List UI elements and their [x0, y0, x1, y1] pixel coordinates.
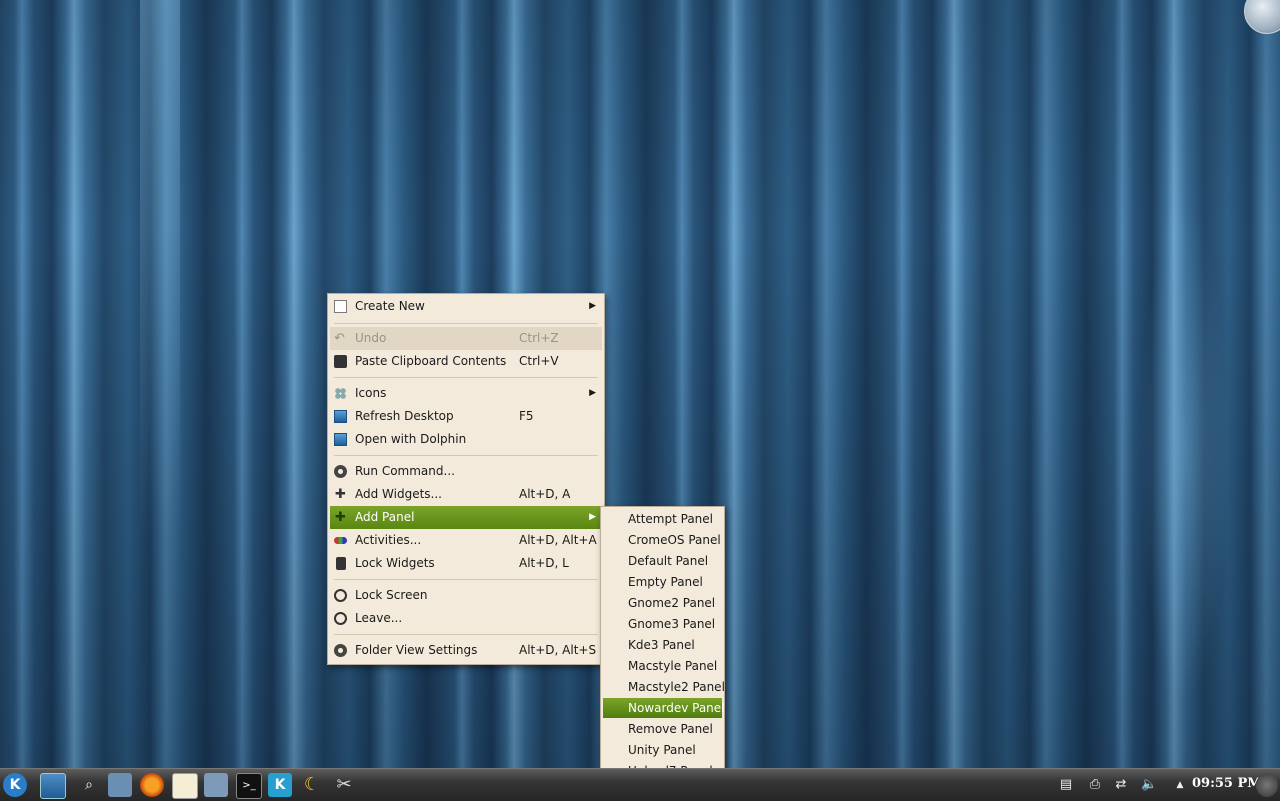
- submenu-item-default-panel[interactable]: Default Panel: [603, 551, 722, 571]
- terminal-icon[interactable]: >_: [236, 773, 262, 799]
- separator: [334, 455, 598, 456]
- lock-icon: [336, 557, 346, 570]
- submenu-arrow-icon: ▶: [589, 388, 596, 398]
- file-manager-icon[interactable]: [108, 773, 132, 797]
- menu-item-open-with-dolphin[interactable]: Open with Dolphin: [330, 428, 602, 451]
- paste-icon: [334, 355, 347, 368]
- printer-icon[interactable]: ⎙: [1087, 777, 1103, 793]
- menu-item-activities[interactable]: Activities... Alt+D, Alt+A: [330, 529, 602, 552]
- desktop-context-menu: Create New ▶ ↶ Undo Ctrl+Z Paste Clipboa…: [327, 293, 605, 665]
- submenu-item-attempt-panel[interactable]: Attempt Panel: [603, 509, 722, 529]
- kde-menu-icon[interactable]: K: [3, 773, 27, 797]
- plus-icon: ✚: [335, 487, 346, 502]
- taskbar: K ⌕ >_ K ☾ ✂ ▤ ⎙ ⇄ 🔈 ▲ 09:55 PM: [0, 768, 1280, 801]
- clock[interactable]: 09:55 PM: [1192, 769, 1262, 801]
- submenu-item-empty-panel[interactable]: Empty Panel: [603, 572, 722, 592]
- activities-icon: [334, 537, 347, 544]
- menu-item-add-panel[interactable]: ✚ Add Panel ▶: [330, 506, 602, 529]
- menu-item-icons[interactable]: Icons ▶: [330, 382, 602, 405]
- submenu-arrow-icon: ▶: [589, 301, 596, 311]
- menu-item-add-widgets[interactable]: ✚ Add Widgets... Alt+D, A: [330, 483, 602, 506]
- menu-item-folder-view-settings[interactable]: Folder View Settings Alt+D, Alt+S: [330, 639, 602, 662]
- document-new-icon: [334, 300, 347, 313]
- gear-icon: [334, 644, 347, 657]
- menu-item-leave[interactable]: Leave...: [330, 607, 602, 630]
- menu-item-refresh-desktop[interactable]: Refresh Desktop F5: [330, 405, 602, 428]
- refresh-icon: [334, 410, 347, 423]
- menu-item-paste[interactable]: Paste Clipboard Contents Ctrl+V: [330, 350, 602, 373]
- submenu-item-remove-panel[interactable]: Remove Panel: [603, 719, 722, 739]
- submenu-arrow-icon: ▶: [589, 512, 596, 522]
- submenu-item-macstyle-panel[interactable]: Macstyle Panel: [603, 656, 722, 676]
- network-icon[interactable]: [204, 773, 228, 797]
- separator: [334, 634, 598, 635]
- menu-item-lock-screen[interactable]: Lock Screen: [330, 584, 602, 607]
- network-usb-icon[interactable]: ⇄: [1113, 777, 1129, 793]
- power-icon: [334, 612, 347, 625]
- submenu-item-unity-panel[interactable]: Unity Panel: [603, 740, 722, 760]
- menu-item-create-new[interactable]: Create New ▶: [330, 295, 602, 318]
- light-streak: [140, 0, 180, 768]
- submenu-item-gnome2-panel[interactable]: Gnome2 Panel: [603, 593, 722, 613]
- submenu-item-macstyle2-panel[interactable]: Macstyle2 Panel: [603, 677, 725, 697]
- submenu-item-nowardev-panel[interactable]: Nowardev Panel: [603, 698, 725, 718]
- tools-icon[interactable]: ✂: [332, 773, 356, 797]
- separator: [334, 377, 598, 378]
- light-streak: [1140, 200, 1230, 700]
- add-panel-submenu: Attempt Panel CromeOS Panel Default Pane…: [600, 506, 725, 783]
- text-editor-icon[interactable]: [172, 773, 198, 799]
- undo-icon: ↶: [334, 331, 345, 346]
- firefox-icon[interactable]: [140, 773, 164, 797]
- menu-item-run-command[interactable]: Run Command...: [330, 460, 602, 483]
- plus-green-icon: ✚: [335, 510, 346, 525]
- dolphin-icon: [334, 433, 347, 446]
- menu-item-lock-widgets[interactable]: Lock Widgets Alt+D, L: [330, 552, 602, 575]
- menu-item-undo: ↶ Undo Ctrl+Z: [330, 327, 602, 350]
- panel-toolbox-icon[interactable]: [1256, 773, 1278, 797]
- submenu-item-kde3-panel[interactable]: Kde3 Panel: [603, 635, 722, 655]
- icons-grid-icon: [334, 387, 347, 400]
- lock-screen-icon: [334, 589, 347, 602]
- submenu-item-gnome3-panel[interactable]: Gnome3 Panel: [603, 614, 722, 634]
- tray-expand-icon[interactable]: ▲: [1172, 777, 1188, 793]
- clipboard-icon[interactable]: ▤: [1058, 777, 1074, 793]
- search-icon[interactable]: ⌕: [77, 773, 101, 797]
- moon-icon[interactable]: ☾: [300, 773, 324, 797]
- separator: [334, 323, 598, 324]
- volume-icon[interactable]: 🔈: [1141, 777, 1157, 793]
- desktop-icon[interactable]: [40, 773, 66, 799]
- gear-icon: [334, 465, 347, 478]
- kde-app-icon[interactable]: K: [268, 773, 292, 797]
- separator: [334, 579, 598, 580]
- submenu-item-cromeos-panel[interactable]: CromeOS Panel: [603, 530, 722, 550]
